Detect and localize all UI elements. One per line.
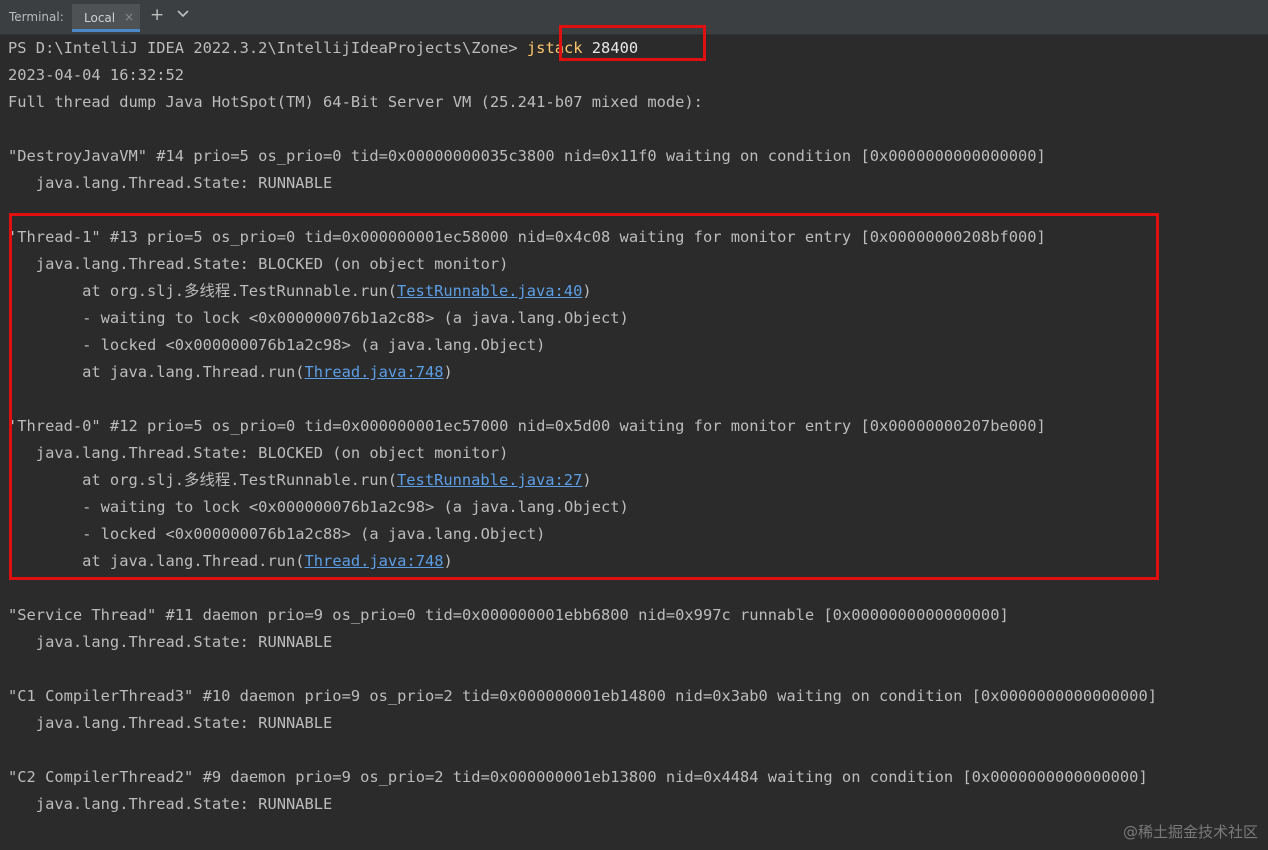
frame-text: at java.lang.Thread.run(	[8, 552, 305, 570]
thread-0-header: 'Thread-0" #12 prio=5 os_prio=0 tid=0x00…	[8, 417, 1046, 435]
dump-header-line: Full thread dump Java HotSpot(TM) 64-Bit…	[8, 93, 703, 111]
c2-compiler-thread-header: "C2 CompilerThread2" #9 daemon prio=9 os…	[8, 768, 1148, 786]
frame-text: )	[582, 471, 592, 489]
c2-compiler-thread-state: java.lang.Thread.State: RUNNABLE	[8, 795, 333, 813]
thread-0-locked: - locked <0x000000076b1a2c88> (a java.la…	[8, 525, 546, 543]
frame-text: at org.slj.多线程.TestRunnable.run(	[8, 282, 398, 300]
destroyjavavm-state: java.lang.Thread.State: RUNNABLE	[8, 174, 333, 192]
thread-1-state: java.lang.Thread.State: BLOCKED (on obje…	[8, 255, 509, 273]
terminal-tab-bar: Terminal: Local × +	[0, 0, 1268, 35]
tab-local-label: Local	[84, 11, 116, 25]
thread-1-locked: - locked <0x000000076b1a2c98> (a java.la…	[8, 336, 546, 354]
thread-1-frame-2: at java.lang.Thread.run(Thread.java:748)	[8, 359, 1157, 386]
frame-text: )	[443, 363, 453, 381]
command-name: jstack	[526, 39, 583, 57]
thread-1-waiting-lock: - waiting to lock <0x000000076b1a2c88> (…	[8, 309, 629, 327]
thread-1-frame-1: at org.slj.多线程.TestRunnable.run(TestRunn…	[8, 278, 1157, 305]
source-link[interactable]: Thread.java:748	[305, 552, 444, 570]
prompt-line: PS D:\IntelliJ IDEA 2022.3.2\IntellijIde…	[8, 35, 1157, 62]
source-link[interactable]: TestRunnable.java:27	[397, 471, 582, 489]
thread-1-header: 'Thread-1" #13 prio=5 os_prio=0 tid=0x00…	[8, 228, 1046, 246]
terminal-output[interactable]: PS D:\IntelliJ IDEA 2022.3.2\IntellijIde…	[8, 35, 1157, 818]
service-thread-header: "Service Thread" #11 daemon prio=9 os_pr…	[8, 606, 1009, 624]
frame-text: )	[582, 282, 592, 300]
close-icon[interactable]: ×	[124, 10, 134, 24]
terminal-title: Terminal:	[9, 10, 64, 24]
frame-text: at java.lang.Thread.run(	[8, 363, 305, 381]
destroyjavavm-header: "DestroyJavaVM" #14 prio=5 os_prio=0 tid…	[8, 147, 1046, 165]
timestamp-line: 2023-04-04 16:32:52	[8, 66, 185, 84]
c1-compiler-thread-state: java.lang.Thread.State: RUNNABLE	[8, 714, 333, 732]
chevron-down-icon[interactable]	[177, 9, 189, 19]
watermark: @稀土掘金技术社区	[1122, 823, 1258, 841]
thread-0-state: java.lang.Thread.State: BLOCKED (on obje…	[8, 444, 509, 462]
source-link[interactable]: TestRunnable.java:40	[397, 282, 582, 300]
tab-local[interactable]: Local ×	[72, 4, 140, 32]
command-argument: 28400	[582, 39, 639, 57]
prompt-path: PS D:\IntelliJ IDEA 2022.3.2\IntellijIde…	[8, 39, 527, 57]
source-link[interactable]: Thread.java:748	[305, 363, 444, 381]
thread-0-frame-1: at org.slj.多线程.TestRunnable.run(TestRunn…	[8, 467, 1157, 494]
frame-text: at org.slj.多线程.TestRunnable.run(	[8, 471, 398, 489]
frame-text: )	[443, 552, 453, 570]
thread-0-frame-2: at java.lang.Thread.run(Thread.java:748)	[8, 548, 1157, 575]
c1-compiler-thread-header: "C1 CompilerThread3" #10 daemon prio=9 o…	[8, 687, 1157, 705]
service-thread-state: java.lang.Thread.State: RUNNABLE	[8, 633, 333, 651]
add-tab-icon[interactable]: +	[150, 5, 164, 25]
thread-0-waiting-lock: - waiting to lock <0x000000076b1a2c98> (…	[8, 498, 629, 516]
